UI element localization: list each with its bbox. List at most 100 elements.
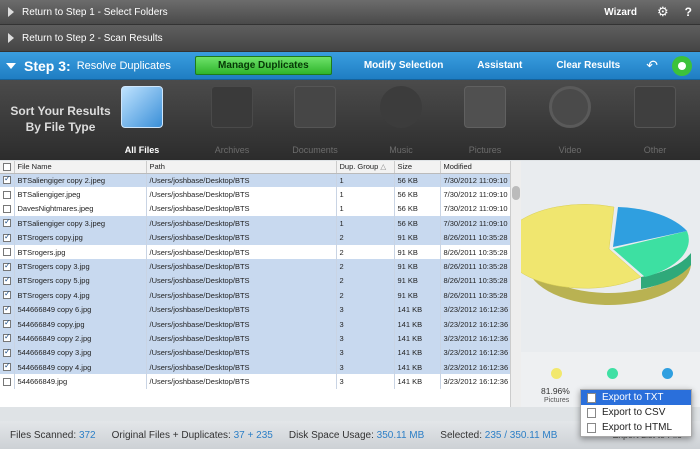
filetype-archives[interactable]: Archives [202,86,262,156]
row-checkbox[interactable] [0,216,15,231]
table-row[interactable]: 544666849.jpg/Users/joshbase/Desktop/BTS… [0,374,511,389]
cell-group: 1 [336,216,395,231]
row-checkbox[interactable] [0,259,15,274]
cell-size: 141 KB [394,302,441,317]
cell-path: /Users/joshbase/Desktop/BTS [146,244,337,260]
cell-group: 2 [336,259,395,274]
row-checkbox[interactable] [0,374,15,389]
cell-path: /Users/joshbase/Desktop/BTS [146,345,337,361]
select-all-checkbox[interactable] [0,161,15,174]
cell-name: 544666849.jpg [14,374,147,389]
table-row[interactable]: BTSrogers.jpg/Users/joshbase/Desktop/BTS… [0,244,511,260]
filetype-label: Pictures [468,145,502,155]
help-button[interactable]: ? [685,5,692,19]
original-duplicates-label: Original Files + Duplicates: [111,429,231,441]
tab-assistant[interactable]: Assistant [467,57,532,74]
preview-eye-icon[interactable] [672,55,692,76]
export-txt-item[interactable]: Export to TXT [581,390,691,405]
column-label: Dup. Group [339,162,379,172]
menu-item-label: Export to HTML [602,422,673,433]
filetype-music[interactable]: Music [371,86,431,156]
column-header-dup-group[interactable]: Dup. Group △ [336,161,395,174]
table-row[interactable]: DavesNightmares.jpeg/Users/joshbase/Desk… [0,201,511,217]
filetype-video[interactable]: Video [540,86,600,156]
tab-manage-duplicates[interactable]: Manage Duplicates [194,56,332,75]
table-row[interactable]: BTSrogers copy 5.jpg/Users/joshbase/Desk… [0,273,511,289]
row-checkbox[interactable] [0,288,15,303]
original-duplicates-value: 37 + 235 [233,429,273,441]
duplicates-table: File Name Path Dup. Group △ Size Modifie… [0,161,521,407]
cell-path: /Users/joshbase/Desktop/BTS [146,273,337,289]
row-checkbox[interactable] [0,173,15,188]
table-row[interactable]: 544666849 copy 3.jpg/Users/joshbase/Desk… [0,345,511,361]
filetype-label: All Files [124,145,160,155]
step1-label[interactable]: Return to Step 1 - Select Folders [22,7,168,18]
table-row[interactable]: BTSrogers copy 4.jpg/Users/joshbase/Desk… [0,288,511,303]
row-checkbox[interactable] [0,302,15,317]
table-row[interactable]: 544666849 copy.jpg/Users/joshbase/Deskto… [0,316,511,332]
file-icon [587,407,596,418]
row-checkbox[interactable] [0,230,15,245]
column-header-size[interactable]: Size [394,161,441,174]
filetype-label: Other [643,145,667,155]
step3-subtitle: Resolve Duplicates [76,59,171,72]
column-header-modified[interactable]: Modified [440,161,511,174]
file-type-bar: Sort Your Results By File Type All Files… [0,80,700,160]
cell-modified: 3/23/2012 16:12:36 [440,302,511,317]
filetype-documents[interactable]: Documents [285,86,345,156]
row-checkbox[interactable] [0,201,15,217]
disk-usage-value: 350.11 MB [376,429,425,441]
tab-clear-results[interactable]: Clear Results [546,57,630,74]
step1-bar[interactable]: Return to Step 1 - Select Folders Wizard… [0,0,700,25]
cell-modified: 8/26/2011 10:35:28 [440,230,511,245]
collapse-arrow-icon [6,62,16,69]
cell-modified: 3/23/2012 16:12:36 [440,345,511,361]
table-scrollbar[interactable] [510,161,521,407]
table-row[interactable]: 544666849 copy 2.jpg/Users/joshbase/Desk… [0,331,511,346]
gear-icon[interactable]: ⚙ [657,4,669,20]
cell-path: /Users/joshbase/Desktop/BTS [146,173,337,188]
sort-heading: Sort Your Results By File Type [10,104,111,134]
table-row[interactable]: BTSrogers copy.jpg/Users/joshbase/Deskto… [0,230,511,245]
cell-size: 56 KB [394,187,441,202]
row-checkbox[interactable] [0,316,15,332]
cell-path: /Users/joshbase/Desktop/BTS [146,316,337,332]
cell-path: /Users/joshbase/Desktop/BTS [146,288,337,303]
folder-icon [121,86,163,128]
table-row[interactable]: BTSrogers copy 3.jpg/Users/joshbase/Desk… [0,259,511,274]
cell-name: 544666849 copy 3.jpg [14,345,147,361]
step3-title: Step 3: [24,57,71,74]
pie-chart [502,204,691,306]
row-checkbox[interactable] [0,187,15,202]
row-checkbox[interactable] [0,331,15,346]
cell-path: /Users/joshbase/Desktop/BTS [146,187,337,202]
table-row[interactable]: 544666849 copy 6.jpg/Users/joshbase/Desk… [0,302,511,317]
table-row[interactable]: BTSaliengiger.jpeg/Users/joshbase/Deskto… [0,187,511,202]
cell-modified: 3/23/2012 16:12:36 [440,316,511,332]
step2-bar[interactable]: Return to Step 2 - Scan Results [0,25,700,52]
row-checkbox[interactable] [0,273,15,289]
export-csv-item[interactable]: Export to CSV [581,405,691,420]
table-header: File Name Path Dup. Group △ Size Modifie… [0,161,511,174]
cell-size: 91 KB [394,230,441,245]
cell-name: 544666849 copy 2.jpg [14,331,147,346]
table-row[interactable]: BTSaliengiger copy 2.jpeg/Users/joshbase… [0,173,511,188]
undo-icon[interactable]: ↶ [646,57,658,74]
cell-modified: 8/26/2011 10:35:28 [440,244,511,260]
filetype-pictures[interactable]: Pictures [455,86,515,156]
filetype-other[interactable]: Other [625,86,685,156]
table-row[interactable]: 544666849 copy 4.jpg/Users/joshbase/Desk… [0,360,511,375]
tab-modify-selection[interactable]: Modify Selection [354,57,453,74]
export-html-item[interactable]: Export to HTML [581,420,691,435]
step2-label[interactable]: Return to Step 2 - Scan Results [22,33,163,44]
row-checkbox[interactable] [0,244,15,260]
row-checkbox[interactable] [0,345,15,361]
row-checkbox[interactable] [0,360,15,375]
cell-name: 544666849 copy.jpg [14,316,147,332]
wizard-button[interactable]: Wizard [604,7,637,18]
cell-path: /Users/joshbase/Desktop/BTS [146,302,337,317]
table-row[interactable]: BTSaliengiger copy 3.jpeg/Users/joshbase… [0,216,511,231]
column-header-path[interactable]: Path [146,161,337,174]
filetype-all-files[interactable]: All Files [112,86,172,156]
column-header-file-name[interactable]: File Name [14,161,147,174]
